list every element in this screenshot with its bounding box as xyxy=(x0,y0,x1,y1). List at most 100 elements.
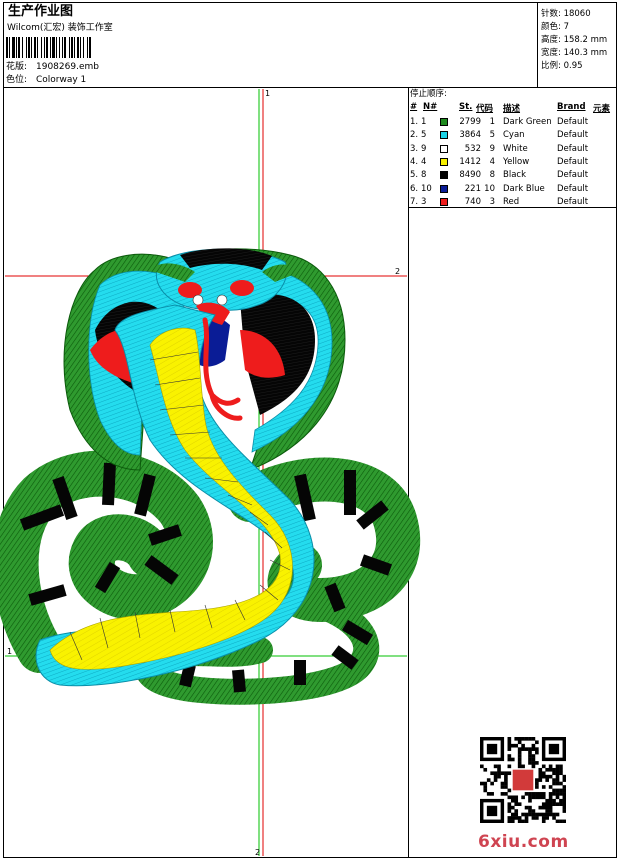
qr-module xyxy=(528,795,532,800)
qr-module xyxy=(510,819,515,823)
qr-module xyxy=(510,812,515,817)
qr-module xyxy=(555,795,560,800)
qr-module xyxy=(507,795,512,800)
qr-module xyxy=(507,788,512,793)
qr-module xyxy=(535,785,539,789)
production-sheet: 生产作业图 Wilcom(汇宏) 装饰工作室 花版: 1908269.emb 色… xyxy=(0,0,620,860)
qr-module xyxy=(486,792,491,796)
qr-module xyxy=(552,798,556,803)
qr-module xyxy=(535,778,539,782)
qr-module xyxy=(531,737,536,741)
qr-module xyxy=(552,788,556,793)
qr-module xyxy=(562,795,566,800)
qr-module xyxy=(535,750,539,755)
qr-module xyxy=(497,767,501,772)
qr-module xyxy=(555,781,560,786)
qr-module xyxy=(490,792,494,796)
left-fang xyxy=(192,294,204,306)
qr-module xyxy=(531,761,536,765)
qr-module xyxy=(555,771,560,776)
qr-module xyxy=(555,774,560,779)
qr-module xyxy=(559,767,563,772)
qr-module xyxy=(562,774,566,779)
qr-module xyxy=(559,819,563,823)
qr-module xyxy=(521,764,525,769)
qr-module xyxy=(514,816,519,820)
qr-module xyxy=(504,774,508,779)
qr-module xyxy=(517,737,522,741)
qr-module xyxy=(521,737,525,741)
qr-module xyxy=(541,774,546,779)
qr-finder xyxy=(548,743,560,755)
qr-module xyxy=(483,781,488,786)
qr-module xyxy=(552,792,556,796)
qr-module xyxy=(552,802,556,806)
qr-module xyxy=(504,785,508,789)
qr-module xyxy=(493,771,498,776)
qr-module xyxy=(541,795,546,800)
qr-module xyxy=(548,774,553,779)
qr-module xyxy=(507,802,512,806)
qr-module xyxy=(507,809,512,813)
qr-module xyxy=(507,764,512,769)
qr-module xyxy=(517,757,522,762)
qr-module xyxy=(490,771,494,776)
qr-module xyxy=(535,781,539,786)
qr-module xyxy=(497,771,501,776)
qr-module xyxy=(535,747,539,751)
qr-module xyxy=(514,802,519,806)
qr-module xyxy=(517,754,522,758)
qr-module xyxy=(562,792,566,796)
qr-module xyxy=(521,747,525,751)
qr-module xyxy=(510,805,515,810)
qr-module xyxy=(517,761,522,765)
qr-module xyxy=(538,805,543,810)
qr-module xyxy=(521,743,525,748)
qr-module xyxy=(521,795,525,800)
qr-module xyxy=(548,812,553,817)
qr-module xyxy=(507,754,512,758)
qr-module xyxy=(559,798,563,803)
qr-module xyxy=(559,788,563,793)
qr-module xyxy=(555,819,560,823)
qr-module xyxy=(545,774,549,779)
qr-module xyxy=(545,805,549,810)
qr-module xyxy=(531,757,536,762)
qr-module xyxy=(490,781,494,786)
qr-module xyxy=(538,792,543,796)
qr-module xyxy=(528,747,532,751)
qr-module xyxy=(514,809,519,813)
qr-module xyxy=(483,785,488,789)
qr-module xyxy=(531,816,536,820)
qr-module xyxy=(500,785,505,789)
qr-module xyxy=(535,792,539,796)
qr-module xyxy=(480,781,484,786)
qr-module xyxy=(517,816,522,820)
qr-module xyxy=(555,812,560,817)
qr-module xyxy=(507,771,512,776)
qr-finder xyxy=(486,743,498,755)
qr-module xyxy=(541,802,546,806)
qr-module xyxy=(555,788,560,793)
qr-module xyxy=(559,802,563,806)
qr-module xyxy=(510,757,515,762)
qr-module xyxy=(528,809,532,813)
qr-module xyxy=(545,798,549,803)
qr-module xyxy=(562,819,566,823)
qr-module xyxy=(548,809,553,813)
qr-module xyxy=(531,754,536,758)
qr-module xyxy=(521,819,525,823)
guide-label-bottom: 2 xyxy=(255,848,260,857)
qr-module xyxy=(500,792,505,796)
qr-module xyxy=(555,778,560,782)
qr-module xyxy=(531,795,536,800)
qr-module xyxy=(541,764,546,769)
qr-module xyxy=(531,764,536,769)
qr-module xyxy=(548,805,553,810)
qr-module xyxy=(497,764,501,769)
qr-module xyxy=(504,792,508,796)
qr-module xyxy=(541,816,546,820)
qr-module xyxy=(510,795,515,800)
qr-module xyxy=(517,740,522,745)
qr-module xyxy=(535,761,539,765)
